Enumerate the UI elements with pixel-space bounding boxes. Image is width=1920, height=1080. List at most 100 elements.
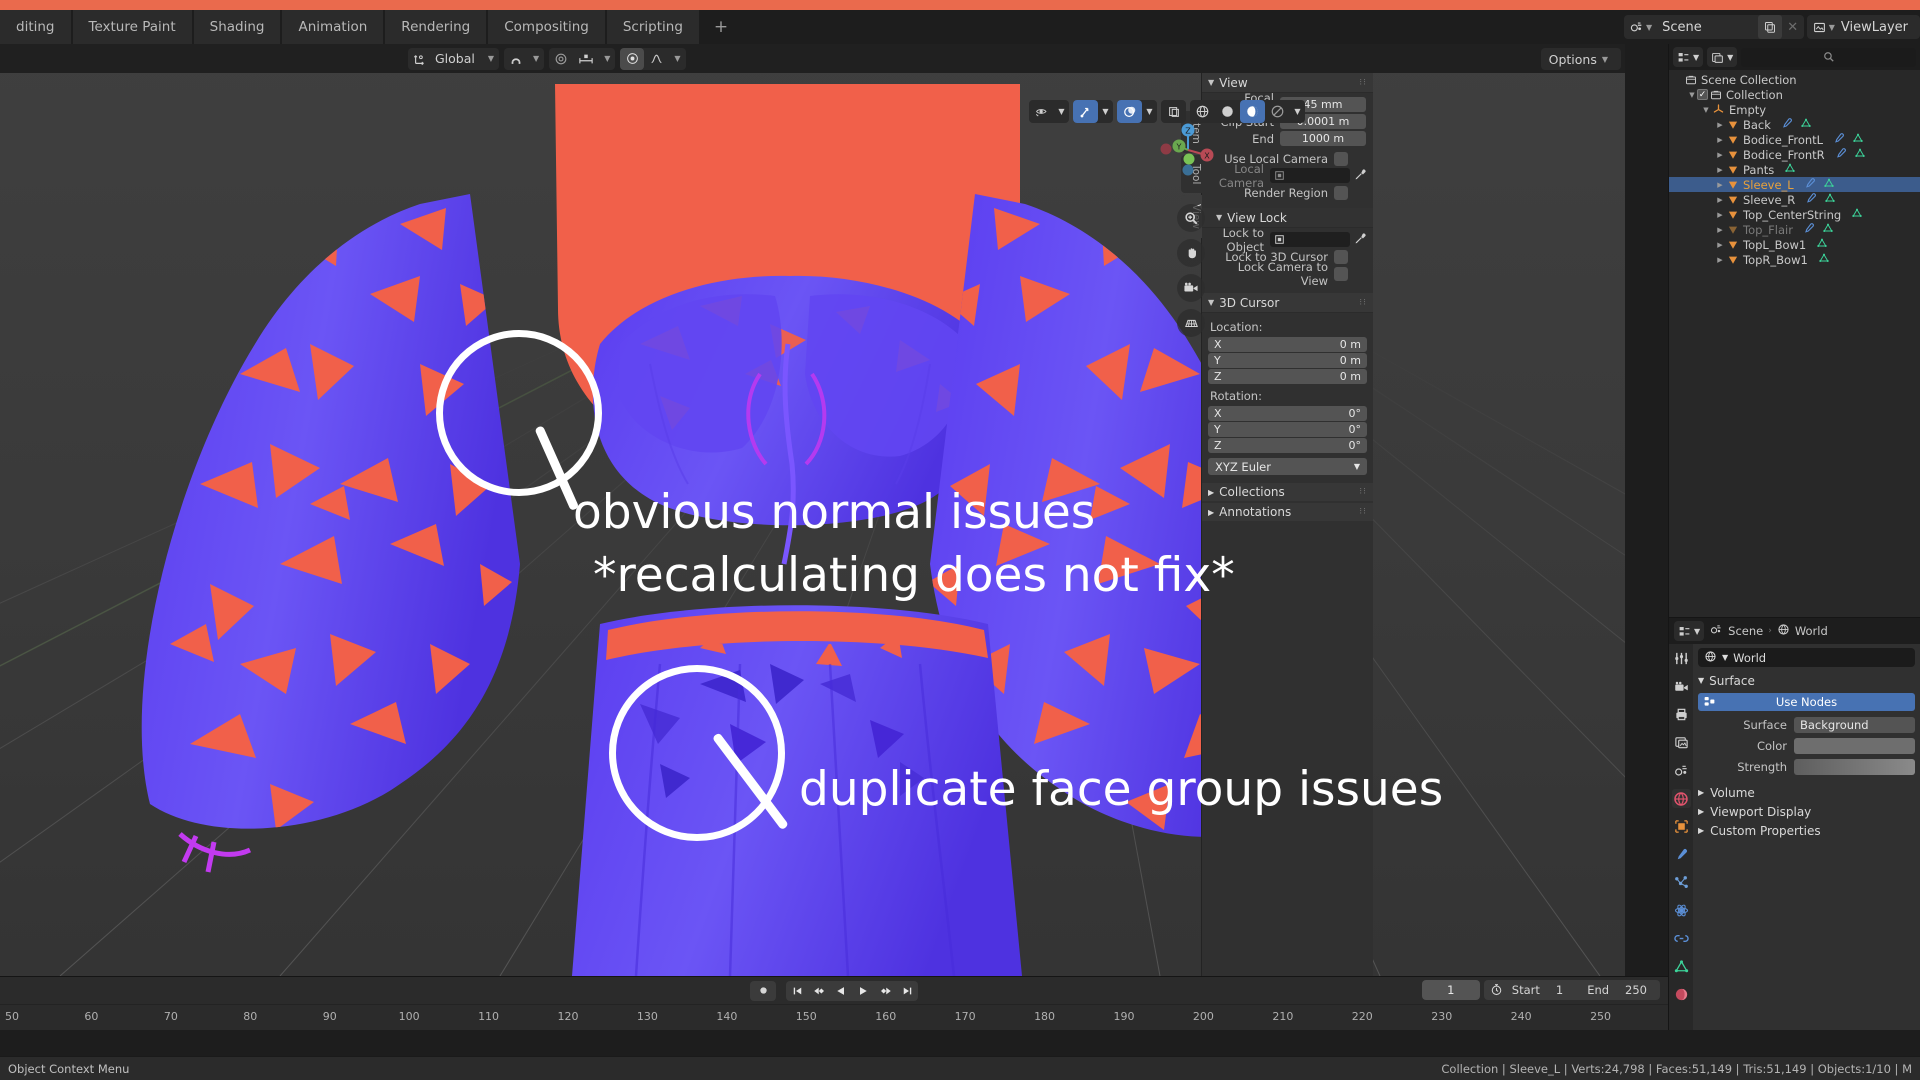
workspace-tabs[interactable]: diting Texture Paint Shading Animation R… [0,10,743,44]
viewlayer-selector[interactable]: ▼ ViewLayer [1806,15,1920,39]
viewport-display-section-header[interactable]: ▶ Viewport Display [1698,802,1915,821]
lock-to-3d-cursor-checkbox[interactable] [1334,249,1348,264]
outliner-row[interactable]: ▼ Empty [1669,102,1920,117]
outliner-row-icons[interactable] [1851,207,1863,222]
tab-tool-icon[interactable] [1672,649,1691,668]
playback-controls[interactable] [750,980,918,1001]
magnet-icon[interactable] [504,48,528,70]
render-region-row[interactable]: Render Region [1208,185,1367,200]
proportional-edit-group[interactable]: ▼ [549,47,616,70]
cursor-rotation-y[interactable]: Y 0° [1208,422,1367,437]
viewport-options-button[interactable]: Options ▼ [1540,48,1621,70]
chevron-down-icon[interactable]: ▼ [669,54,685,63]
viewport-header[interactable]: Global ▼ ▼ ▼ ▼ Options ▼ [0,44,1625,73]
custom-properties-section-header[interactable]: ▶ Custom Properties [1698,821,1915,840]
playback-button-group[interactable] [786,980,918,1001]
previous-keyframe-icon[interactable] [808,981,830,1001]
outliner-row-icons[interactable] [1781,117,1812,132]
3d-viewport[interactable]: Global ▼ ▼ ▼ ▼ Options ▼ ▼ ▼ ▼ ▼ Z X Y o… [0,44,1625,976]
workspace-tab-compositing[interactable]: Compositing [488,10,605,44]
show-gizmo-icon[interactable] [1073,100,1098,123]
outliner-editor-type-button[interactable]: ▼ [1673,47,1704,67]
snap-group[interactable]: ▼ [504,47,545,70]
mesh-data-icon[interactable] [1824,192,1836,207]
properties-tab-column[interactable] [1669,644,1693,1030]
timeline-editor[interactable]: 1 Start 1 End 250 50 60 70 80 90 100 110 120 130… [0,976,1668,1030]
outliner-row-checkbox[interactable]: ✓ [1697,89,1708,100]
local-camera-field[interactable] [1270,168,1350,183]
tab-object-data-icon[interactable] [1672,957,1691,976]
tab-material-icon[interactable] [1672,985,1691,1004]
cursor-location-y[interactable]: Y 0 m [1208,353,1367,368]
outliner-row-icons[interactable] [1804,177,1835,192]
jump-to-end-icon[interactable] [896,981,918,1001]
properties-header[interactable]: ▼ Scene › World [1669,618,1920,644]
annotations-panel-header[interactable]: ▶ Annotations ⁝⁝ [1202,503,1373,521]
strength-row[interactable]: Strength [1698,759,1915,775]
tab-output-icon[interactable] [1672,705,1691,724]
viewport-navigation-buttons[interactable] [1177,204,1205,337]
timeline-ruler[interactable]: 50 60 70 80 90 100 110 120 130 140 150 160 170 180 190… [0,1004,1668,1030]
cursor-rotation-fields[interactable]: X 0° Y 0° Z 0° [1208,406,1367,453]
visibility-group[interactable]: ▼ [1029,100,1069,123]
chevron-down-icon[interactable]: ▼ [1142,100,1157,123]
timeline-header[interactable]: 1 Start 1 End 250 [0,977,1668,1004]
surface-row[interactable]: Surface Background [1698,717,1915,733]
solid-shading-icon[interactable] [1215,100,1240,123]
transform-orientation-group[interactable]: Global ▼ [408,47,500,70]
modifier-icon[interactable] [1803,222,1815,237]
play-reverse-icon[interactable] [830,981,852,1001]
frame-range-group[interactable]: Start 1 End 250 [1483,980,1660,1000]
shading-modes-group[interactable]: ▼ [1190,100,1305,123]
start-frame-value[interactable]: 1 [1549,983,1570,997]
wireframe-shading-icon[interactable] [1190,100,1215,123]
modifier-icon[interactable] [1835,147,1847,162]
mesh-data-icon[interactable] [1818,252,1830,267]
modifier-icon[interactable] [1833,132,1845,147]
auto-keying-button[interactable] [750,980,776,1001]
outliner-row-icons[interactable] [1818,252,1830,267]
properties-editor[interactable]: ▼ Scene › World ▼ World ▼ Surface Use No… [1668,617,1920,1030]
workspace-tab-scripting[interactable]: Scripting [606,10,699,44]
cursor-section-header[interactable]: ▼ 3D Cursor ⁝⁝ [1202,293,1373,313]
current-frame-field[interactable]: 1 [1421,980,1480,1000]
clip-end-row[interactable]: End 1000 m [1208,131,1367,146]
triangle-right-icon[interactable]: ▶ [1715,121,1725,129]
outliner-row-icons[interactable] [1833,132,1864,147]
xray-group[interactable] [1161,100,1186,123]
triangle-down-icon[interactable]: ▼ [1687,91,1697,99]
chevron-down-icon[interactable]: ▼ [599,54,615,63]
volume-section-header[interactable]: ▶ Volume [1698,783,1915,802]
proportional-falloff-group[interactable]: ▼ [620,47,686,70]
outliner-editor[interactable]: ▼ ▼ Scene Collection ▼ ✓ Collection ▼ Empty ▶ B… [1668,44,1920,617]
outliner-row[interactable]: ▶ TopL_Bow1 [1669,237,1920,252]
zoom-icon[interactable] [1177,204,1205,232]
snap-spacing-icon[interactable] [573,48,599,70]
camera-view-icon[interactable] [1177,274,1205,302]
toggle-xray-icon[interactable] [1161,100,1186,123]
triangle-right-icon[interactable]: ▶ [1715,136,1725,144]
rotation-mode-dropdown[interactable]: XYZ Euler ▼ [1208,458,1367,475]
cursor-rotation-z[interactable]: Z 0° [1208,438,1367,453]
cursor-location-z[interactable]: Z 0 m [1208,369,1367,384]
color-swatch[interactable] [1794,738,1915,754]
material-preview-shading-icon[interactable] [1240,100,1265,123]
tab-constraints-icon[interactable] [1672,929,1691,948]
triangle-right-icon[interactable]: ▶ [1715,166,1725,174]
outliner-row-icons[interactable] [1805,192,1836,207]
triangle-right-icon[interactable]: ▶ [1715,196,1725,204]
end-frame-value[interactable]: 250 [1618,983,1654,997]
outliner-row[interactable]: ▶ Top_Flair [1669,222,1920,237]
cursor-location-fields[interactable]: X 0 m Y 0 m Z 0 m [1208,337,1367,384]
outliner-row-icons[interactable] [1803,222,1834,237]
mesh-data-icon[interactable] [1800,117,1812,132]
outliner-row[interactable]: Scene Collection [1669,72,1920,87]
lock-camera-to-view-row[interactable]: Lock Camera to View [1208,260,1367,288]
chevron-down-icon[interactable]: ▼ [483,54,499,63]
outliner-row[interactable]: ▶ Sleeve_L [1669,177,1920,192]
show-overlays-icon[interactable] [1117,100,1142,123]
mesh-data-icon[interactable] [1784,162,1796,177]
scene-selector[interactable]: ▼ Scene ✕ [1623,15,1804,39]
frame-range-controls[interactable]: 1 Start 1 End 250 [1421,980,1660,1000]
workspace-tab-editing[interactable]: diting [0,10,71,44]
